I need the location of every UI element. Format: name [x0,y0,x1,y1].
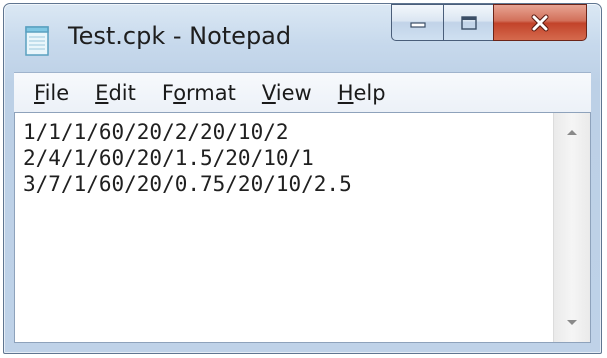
menu-view-accel: V [261,80,276,105]
menu-file-label: ile [44,80,70,105]
menu-bar: File Edit Format View Help [14,72,591,112]
menu-edit-label: dit [108,80,136,105]
maximize-button[interactable] [443,4,493,41]
menu-format-label: rmat [186,80,236,105]
maximize-icon [460,15,477,30]
scroll-up-arrow-icon [567,130,577,135]
text-line: 1/1/1/60/20/2/20/10/2 [23,120,289,144]
menu-view[interactable]: View [262,81,312,105]
text-line: 2/4/1/60/20/1.5/20/10/1 [23,146,314,170]
title-bar[interactable]: Test.cpk - Notepad [4,4,601,72]
scroll-up-button[interactable] [554,117,590,147]
menu-help[interactable]: Help [338,81,386,105]
minimize-icon [409,21,426,28]
window-title: Test.cpk - Notepad [68,22,292,50]
text-editor[interactable]: 1/1/1/60/20/2/20/10/2 2/4/1/60/20/1.5/20/… [14,112,591,343]
notepad-icon[interactable] [24,24,52,56]
scroll-down-button[interactable] [554,308,590,338]
menu-help-label: elp [353,80,386,105]
close-icon [531,14,549,31]
caption-buttons [391,4,587,45]
menu-edit[interactable]: Edit [95,81,136,105]
menu-file-accel: F [34,80,45,105]
vertical-scrollbar[interactable] [553,113,590,342]
menu-file[interactable]: File [34,81,69,105]
text-line: 3/7/1/60/20/0.75/20/10/2.5 [23,172,352,196]
menu-format-accel: o [173,80,187,105]
document-text[interactable]: 1/1/1/60/20/2/20/10/2 2/4/1/60/20/1.5/20/… [23,119,550,342]
scroll-down-arrow-icon [567,320,577,325]
menu-view-label: iew [275,80,312,105]
menu-format-prefix: F [161,80,174,105]
close-button[interactable] [493,4,587,41]
menu-edit-accel: E [95,80,109,105]
menu-help-accel: H [337,80,354,105]
minimize-button[interactable] [391,4,443,41]
menu-format[interactable]: Format [162,81,236,105]
notepad-window: Test.cpk - Notepad File Edit Format View… [3,3,602,354]
